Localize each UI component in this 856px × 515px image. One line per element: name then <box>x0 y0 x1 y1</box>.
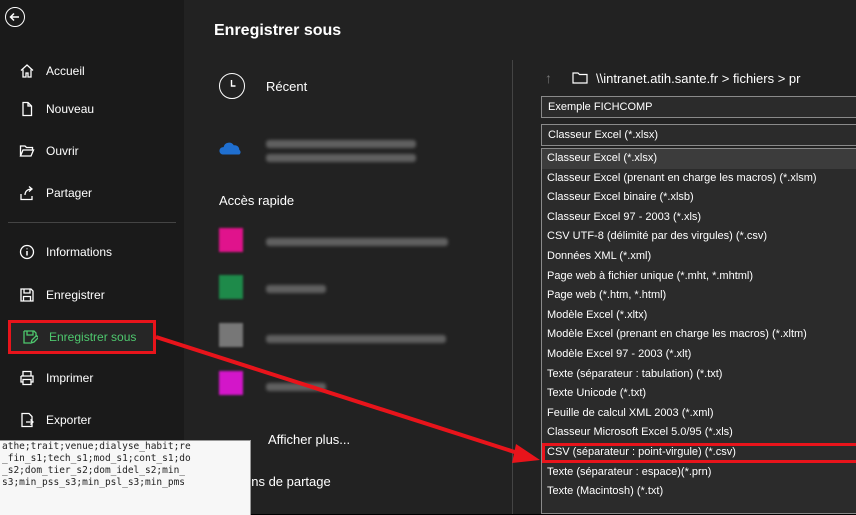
cloud-icon <box>219 142 241 155</box>
open-folder-icon <box>16 142 38 160</box>
nav-item-exporter[interactable]: Exporter <box>8 405 156 435</box>
back-arrow-icon <box>9 12 19 22</box>
nav-item-label: Imprimer <box>46 371 94 385</box>
filetype-option[interactable]: Texte (séparateur : tabulation) (*.txt) <box>542 365 856 385</box>
filetype-option[interactable]: Modèle Excel (prenant en charge les macr… <box>542 325 856 345</box>
filetype-option[interactable]: Page web (*.htm, *.html) <box>542 286 856 306</box>
column-divider <box>512 60 513 514</box>
nav-item-label: Nouveau <box>46 102 95 116</box>
blurred-text <box>266 335 446 343</box>
csv-preview-snippet: athe;trait;venue;dialyse_habit;re _fin_s… <box>0 440 251 515</box>
folder-icon <box>219 275 243 299</box>
nav-item-label: Informations <box>46 245 113 259</box>
back-button[interactable] <box>5 7 25 27</box>
show-more-link[interactable]: Afficher plus... <box>268 432 350 447</box>
filetype-option[interactable]: Classeur Excel 97 - 2003 (*.xls) <box>542 208 856 228</box>
csv-line: _s2;dom_tier_s2;dom_idel_s2;min_ <box>2 465 186 476</box>
nav-item-label: Accueil <box>46 64 85 78</box>
filetype-option[interactable]: Modèle Excel (*.xltx) <box>542 306 856 326</box>
csv-line: s3;min_pss_s3;min_psl_s3;min_pms <box>2 477 186 488</box>
filetype-option[interactable]: Page web à fichier unique (*.mht, *.mhtm… <box>542 267 856 287</box>
share-icon <box>16 184 38 202</box>
home-icon <box>16 62 38 80</box>
folder-icon <box>219 323 243 347</box>
save-as-icon <box>19 328 41 346</box>
csv-line: athe;trait;venue;dialyse_habit;re <box>2 441 191 452</box>
filetype-option[interactable]: Feuille de calcul XML 2003 (*.xml) <box>542 404 856 424</box>
blurred-text <box>266 140 416 148</box>
nav-item-informations[interactable]: Informations <box>8 237 156 267</box>
export-icon <box>16 411 38 429</box>
filetype-option[interactable]: Classeur Excel (prenant en charge les ma… <box>542 169 856 189</box>
filetype-option-csv-semicolon[interactable]: CSV (séparateur : point-virgule) (*.csv) <box>542 442 856 463</box>
nav-divider <box>8 222 176 223</box>
blurred-text <box>266 285 326 293</box>
page-title: Enregistrer sous <box>214 22 342 39</box>
sharing-options-link[interactable]: ons de partage <box>244 474 331 489</box>
nav-item-label: Exporter <box>46 413 92 427</box>
up-arrow-icon[interactable]: ↑ <box>545 70 552 86</box>
nav-item-enregistrer[interactable]: Enregistrer <box>8 280 156 310</box>
filetype-option[interactable]: Classeur Microsoft Excel 5.0/95 (*.xls) <box>542 423 856 443</box>
folder-icon <box>572 72 588 84</box>
filetype-option[interactable]: Texte (Macintosh) (*.txt) <box>542 482 856 502</box>
nav-item-ouvrir[interactable]: Ouvrir <box>8 136 156 166</box>
blurred-text <box>266 383 326 391</box>
nav-item-label: Enregistrer <box>46 288 105 302</box>
nav-item-partager[interactable]: Partager <box>8 178 156 208</box>
nav-item-label: Ouvrir <box>46 144 79 158</box>
blurred-text <box>266 238 448 246</box>
recent-location[interactable]: Récent <box>266 79 307 94</box>
nav-item-label: Enregistrer sous <box>49 330 137 344</box>
filetype-option[interactable]: Classeur Excel (*.xlsx) <box>542 149 856 169</box>
filetype-option[interactable]: Données XML (*.xml) <box>542 247 856 267</box>
blurred-text <box>266 154 416 162</box>
new-document-icon <box>16 100 38 118</box>
location-breadcrumb: ↑ \\intranet.atih.sante.fr > fichiers > … <box>545 70 801 86</box>
quick-access-heading: Accès rapide <box>219 193 295 208</box>
filetype-select[interactable]: Classeur Excel (*.xlsx) <box>541 124 856 146</box>
nav-item-enregistrer-sous[interactable]: Enregistrer sous <box>8 320 156 354</box>
filetype-option[interactable]: Classeur Excel binaire (*.xlsb) <box>542 188 856 208</box>
info-icon <box>16 243 38 261</box>
nav-item-nouveau[interactable]: Nouveau <box>8 94 156 124</box>
nav-item-accueil[interactable]: Accueil <box>8 56 156 86</box>
filetype-option[interactable]: Modèle Excel 97 - 2003 (*.xlt) <box>542 345 856 365</box>
save-icon <box>16 286 38 304</box>
nav-item-imprimer[interactable]: Imprimer <box>8 363 156 393</box>
nav-item-label: Partager <box>46 186 93 200</box>
folder-icon <box>219 228 243 252</box>
print-icon <box>16 369 38 387</box>
csv-line: _fin_s1;tech_s1;mod_s1;cont_s1;do <box>2 453 191 464</box>
backstage-nav: Accueil Nouveau Ouvrir Partager Informat… <box>0 0 184 514</box>
filetype-dropdown-list: Classeur Excel (*.xlsx) Classeur Excel (… <box>541 148 856 514</box>
clock-icon <box>219 73 245 99</box>
filename-input[interactable]: Exemple FICHCOMP <box>541 96 856 118</box>
filetype-option[interactable]: CSV UTF-8 (délimité par des virgules) (*… <box>542 227 856 247</box>
location-path[interactable]: \\intranet.atih.sante.fr > fichiers > pr <box>596 71 801 86</box>
filetype-option[interactable]: Texte Unicode (*.txt) <box>542 384 856 404</box>
folder-icon <box>219 371 243 395</box>
filetype-option[interactable]: Texte (séparateur : espace)(*.prn) <box>542 463 856 483</box>
